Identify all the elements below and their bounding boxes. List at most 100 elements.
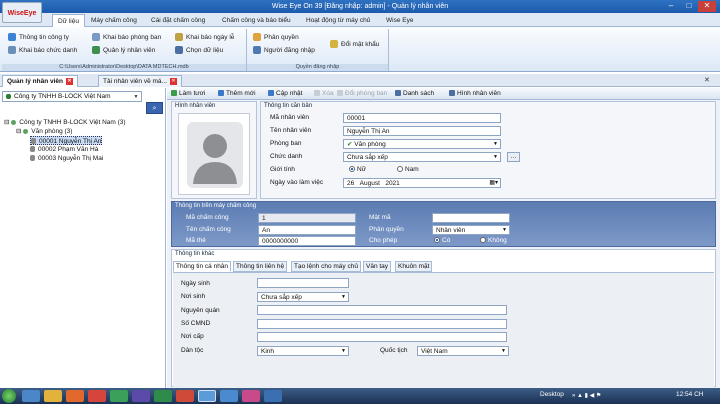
gender-female-radio[interactable]: Nữ [349, 165, 366, 175]
privilege-label: Phân quyền [369, 226, 404, 233]
refresh-button[interactable]: Làm tươi [171, 89, 205, 99]
gender-male-radio[interactable]: Nam [397, 165, 419, 175]
hometown-field[interactable] [257, 305, 507, 315]
menu-attendance-reports[interactable]: Chấm công và báo biểu [217, 14, 296, 27]
ethnicity-select[interactable]: Kinh ▼ [257, 346, 349, 356]
close-all-tabs-icon[interactable]: ✕ [704, 76, 710, 84]
app-icon[interactable] [220, 390, 238, 402]
tab-download-employees[interactable]: Tải nhân viên về má... ✕ [98, 75, 182, 87]
menu-wise-eye[interactable]: Wise Eye [381, 14, 418, 27]
start-date-picker[interactable]: 26 August 2021 ▦▾ [343, 178, 501, 188]
tab-contact-info[interactable]: Thông tin liên hệ [233, 261, 288, 272]
browse-job-title-button[interactable]: … [507, 152, 520, 162]
menu-server[interactable]: Hoạt động từ máy chủ [301, 14, 375, 27]
chevron-down-icon: ▼ [341, 294, 346, 300]
minimize-button[interactable]: – [662, 1, 680, 12]
firefox-icon[interactable] [66, 390, 84, 402]
app-icon[interactable] [242, 390, 260, 402]
tree-employee[interactable]: 00002 Phạm Văn Hà [30, 145, 98, 154]
employee-management-button[interactable]: Quản lý nhân viên [92, 45, 155, 56]
close-tab-icon[interactable]: ✕ [65, 77, 73, 85]
clock[interactable]: 12:54 CH [676, 391, 703, 398]
search-button[interactable]: ⌕ [146, 102, 163, 114]
card-number-field[interactable]: 0000000000 [258, 236, 356, 246]
app-icon[interactable] [132, 390, 150, 402]
tab-face[interactable]: Khuôn mặt [395, 261, 433, 272]
attendance-name-field[interactable]: An [258, 225, 356, 235]
select-data-button[interactable]: Chọn dữ liệu [175, 45, 223, 56]
excel-icon[interactable] [110, 390, 128, 402]
photo-panel: Hình nhân viên [171, 101, 257, 199]
attendance-code-field[interactable]: 1 [258, 213, 356, 223]
add-new-button[interactable]: Thêm mới [218, 89, 256, 99]
birthplace-select[interactable]: Chưa sắp xếp ▼ [257, 292, 349, 302]
tab-employee-management[interactable]: Quản lý nhân viên ✕ [2, 75, 78, 87]
allow-no-radio[interactable]: Không [480, 236, 507, 246]
tray-icons[interactable]: » ▲ ▮ ◀ ⚑ [572, 392, 601, 399]
company-info-button[interactable]: Thông tin công ty [8, 32, 69, 43]
employee-code-field[interactable]: 00001 [343, 113, 501, 123]
app-icon[interactable] [264, 390, 282, 402]
employee-name-label: Tên nhân viên [270, 127, 312, 134]
id-number-field[interactable] [257, 319, 507, 329]
database-icon [175, 46, 183, 55]
change-department-button[interactable]: Đổi phòng ban [337, 89, 387, 99]
tree-root[interactable]: ⊟ Công ty TNHH B-LOCK Việt Nam (3) [4, 118, 126, 127]
ie-icon[interactable] [22, 390, 40, 402]
employee-name-field[interactable]: Nguyễn Thị An [343, 126, 501, 136]
delete-button[interactable]: Xóa [314, 89, 334, 99]
holidays-button[interactable]: Khai báo ngày lễ [175, 32, 234, 43]
close-button[interactable]: ✕ [698, 1, 716, 12]
wise-eye-icon[interactable] [198, 390, 216, 402]
birth-date-field[interactable] [257, 278, 349, 288]
other-info-title: Thông tin khác [175, 251, 215, 257]
start-button[interactable] [2, 389, 16, 403]
ribbon-group-caption-data: C:\Users\Administrator\Desktop\DATA MDTE… [2, 64, 246, 71]
password-field[interactable] [432, 213, 510, 223]
id-issue-place-field[interactable] [257, 332, 507, 342]
tab-server-commands[interactable]: Tạo lệnh cho máy chủ [291, 261, 361, 272]
app-icon[interactable] [176, 390, 194, 402]
radio-icon [480, 237, 486, 244]
excel-icon[interactable] [154, 390, 172, 402]
media-icon[interactable] [88, 390, 106, 402]
job-title-select[interactable]: Chưa sắp xếp ▼ [343, 152, 501, 162]
folder-icon[interactable] [44, 390, 62, 402]
person-icon [30, 155, 35, 162]
department-select[interactable]: ✔ Văn phòng ▼ [343, 139, 501, 149]
close-tab-icon[interactable]: ✕ [169, 77, 177, 85]
birth-date-label: Ngày sinh [181, 280, 210, 287]
hometown-label: Nguyên quán [181, 307, 220, 314]
login-users-button[interactable]: Người đăng nhập [253, 45, 315, 56]
permissions-button[interactable]: Phân quyền [253, 32, 299, 43]
attendance-name-label: Tên chấm công [186, 226, 231, 233]
update-button[interactable]: Cập nhật [268, 89, 302, 99]
tree-employee[interactable]: 00001 Nguyễn Thị An [30, 136, 103, 145]
tab-fingerprint[interactable]: Vân tay [363, 261, 392, 272]
desktop-toolbar[interactable]: Desktop [540, 391, 564, 398]
tree-department[interactable]: ⊟ Văn phòng (3) [16, 127, 72, 136]
job-title-button[interactable]: Khai báo chức danh [8, 45, 77, 56]
department-button[interactable]: Khai báo phòng ban [92, 32, 161, 43]
company-select[interactable]: Công ty TNHH B-LOCK Việt Nam ▼ [2, 91, 142, 102]
tab-personal-info[interactable]: Thông tin cá nhân [173, 261, 232, 272]
maximize-button[interactable]: □ [680, 1, 698, 12]
tree-employee[interactable]: 00003 Nguyễn Thị Mai [30, 154, 103, 163]
radio-selected-icon [434, 237, 440, 244]
allow-yes-radio[interactable]: Có [434, 236, 450, 246]
ribbon-group-caption-login: Quyền đăng nhập [247, 64, 388, 71]
app-logo[interactable]: WiseEye [2, 2, 42, 23]
menu-data[interactable]: Dữ liệu [52, 14, 85, 27]
window-title: Wise Eye On 39 [Đăng nhập: admin] - Quản… [271, 3, 449, 10]
employee-photo-button[interactable]: Hình nhân viên [449, 89, 501, 99]
list-button[interactable]: Danh sách [395, 89, 434, 99]
employee-photo[interactable] [178, 113, 250, 195]
nationality-select[interactable]: Việt Nam ▼ [417, 346, 509, 356]
change-password-button[interactable]: Đổi mật khẩu [330, 39, 379, 50]
menu-devices[interactable]: Máy chấm công [86, 14, 142, 27]
privilege-select[interactable]: Nhân viên ▼ [432, 225, 510, 235]
menu-attendance-settings[interactable]: Cài đặt chấm công [146, 14, 210, 27]
user-icon [253, 46, 261, 55]
department-label: Phòng ban [270, 140, 302, 147]
company-icon [8, 33, 16, 42]
